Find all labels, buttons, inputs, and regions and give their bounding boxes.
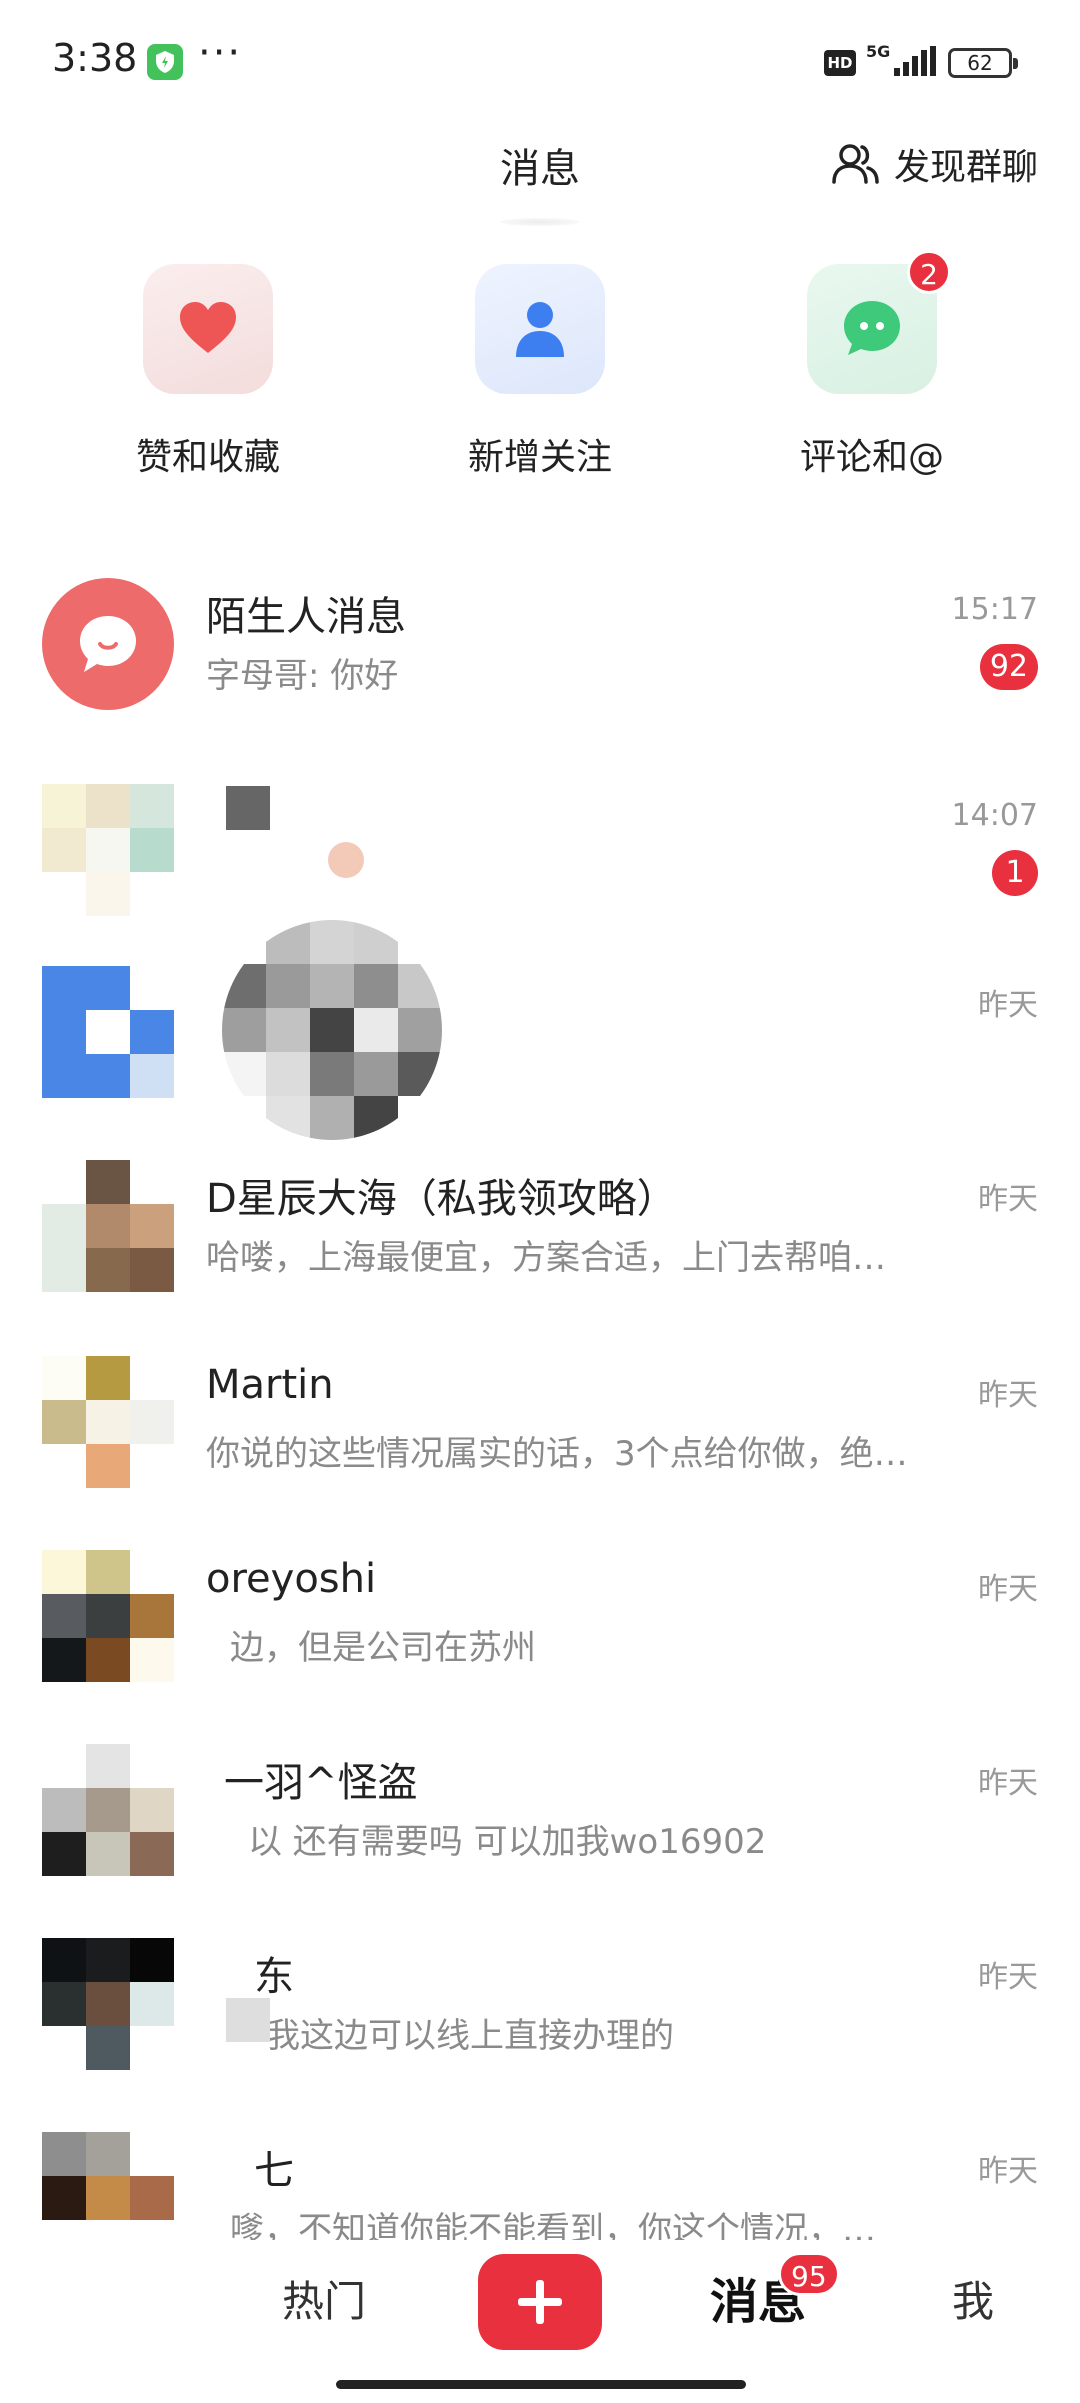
signal-icon	[894, 46, 936, 76]
unread-badge: 1	[992, 850, 1038, 896]
list-item[interactable]: 14:07 1	[0, 784, 1080, 964]
status-bar: 3:38 ··· HD 5G 62	[0, 0, 1080, 120]
home-indicator[interactable]	[336, 2380, 746, 2389]
conversation-time: 昨天	[978, 2154, 1038, 2189]
new-followers-label: 新增关注	[467, 437, 612, 478]
list-item[interactable]: Martin 你说的这些情况属实的话，3个点给你做，绝… 昨天	[0, 1356, 1080, 1536]
likes-and-favorites-button[interactable]: 赞和收藏	[88, 264, 328, 480]
avatar	[42, 966, 174, 1098]
bottom-tab-bar: 热门 消息 95 我	[0, 2240, 1080, 2403]
avatar	[42, 1938, 174, 2070]
list-item[interactable]: oreyoshi 边，但是公司在苏州 昨天	[0, 1550, 1080, 1730]
new-followers-button[interactable]: 新增关注	[420, 264, 660, 480]
discover-group-chat-button[interactable]: 发现群聊	[832, 136, 1038, 192]
person-icon	[516, 302, 564, 357]
list-item[interactable]: D星辰大海（私我领攻略） 哈喽，上海最便宜，方案合适，上门去帮咱… 昨天	[0, 1160, 1080, 1340]
conversation-time: 昨天	[978, 1766, 1038, 1801]
conversation-name: oreyoshi	[206, 1556, 377, 1602]
people-icon	[832, 144, 879, 184]
redaction-mosaic	[222, 920, 442, 1140]
avatar	[42, 578, 174, 710]
list-item-stranger-messages[interactable]: 陌生人消息 字母哥: 你好 15:17 92	[0, 578, 1080, 758]
conversation-name: 一羽^怪盗	[224, 1760, 418, 1806]
conversation-time: 14:07	[951, 798, 1038, 833]
conversation-time: 15:17	[951, 592, 1038, 627]
list-item[interactable]: 一羽^怪盗 以 还有需要吗 可以加我wo16902 昨天	[0, 1744, 1080, 1924]
discover-group-label: 发现群聊	[893, 147, 1038, 188]
chat-bubble-icon	[844, 301, 900, 355]
emoji-sticker	[328, 842, 364, 878]
conversation-name: 陌生人消息	[206, 594, 406, 640]
conversation-name: D星辰大海（私我领攻略）	[206, 1176, 677, 1222]
comments-label: 评论和@	[799, 437, 944, 478]
conversation-name: 七	[254, 2148, 294, 2194]
tab-me[interactable]: 我	[952, 2268, 994, 2329]
avatar	[42, 784, 174, 916]
follow-tile	[475, 264, 605, 394]
stranger-chat-icon	[80, 616, 136, 672]
comments-and-mentions-button[interactable]: 2 评论和@	[752, 250, 992, 480]
avatar	[42, 1356, 174, 1488]
redacted-name-block	[226, 786, 270, 830]
likes-tile	[143, 264, 273, 394]
conversation-preview: 我这边可以线上直接办理的	[266, 2016, 674, 2056]
conversation-preview: 哈喽，上海最便宜，方案合适，上门去帮咱…	[206, 1238, 886, 1278]
avatar	[42, 1550, 174, 1682]
likes-label: 赞和收藏	[135, 437, 280, 478]
hd-indicator: HD	[824, 50, 856, 76]
conversation-preview: 字母哥: 你好	[206, 656, 399, 696]
list-item[interactable]: 昨天	[0, 966, 1080, 1146]
conversation-time: 昨天	[978, 1960, 1038, 1995]
conversation-time: 昨天	[978, 1378, 1038, 1413]
create-post-button[interactable]	[478, 2254, 602, 2350]
avatar	[42, 1744, 174, 1876]
network-type: 5G	[866, 42, 891, 61]
conversation-name: 东	[254, 1954, 294, 2000]
comment-tile: 2	[807, 250, 951, 394]
conversation-preview: 以 还有需要吗 可以加我wo16902	[248, 1822, 767, 1862]
conversation-time: 昨天	[978, 988, 1038, 1023]
redacted-name-block	[226, 1998, 270, 2042]
heart-icon	[180, 302, 236, 353]
conversation-preview: 你说的这些情况属实的话，3个点给你做，绝…	[206, 1434, 908, 1474]
avatar	[42, 1160, 174, 1292]
conversation-name: Martin	[206, 1362, 334, 1408]
security-shield-icon	[147, 44, 183, 80]
header-divider-shadow	[500, 218, 580, 226]
status-more-dots: ···	[198, 30, 243, 76]
comments-badge: 2	[907, 250, 951, 294]
conversation-time: 昨天	[978, 1572, 1038, 1607]
conversation-time: 昨天	[978, 1182, 1038, 1217]
conversation-preview: 边，但是公司在苏州	[230, 1628, 536, 1668]
tab-hot[interactable]: 热门	[282, 2268, 366, 2329]
battery-icon: 62	[948, 48, 1018, 78]
unread-badge: 92	[979, 644, 1038, 690]
list-item[interactable]: 东 我这边可以线上直接办理的 昨天	[0, 1938, 1080, 2118]
messages-badge: 95	[778, 2252, 840, 2296]
status-time: 3:38	[52, 36, 138, 80]
